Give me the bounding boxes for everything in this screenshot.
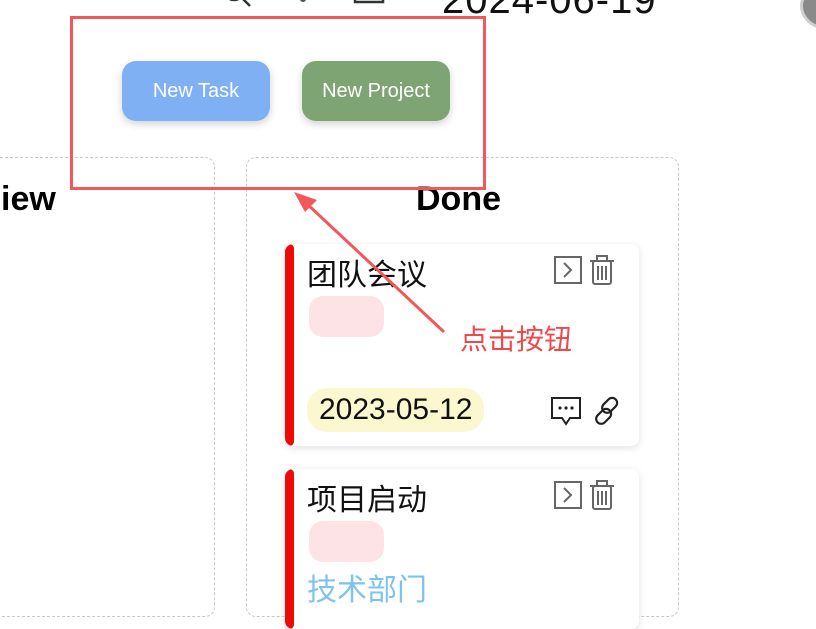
annotation-text: 点击按钮 <box>460 324 573 355</box>
annotation-arrow <box>294 192 446 334</box>
